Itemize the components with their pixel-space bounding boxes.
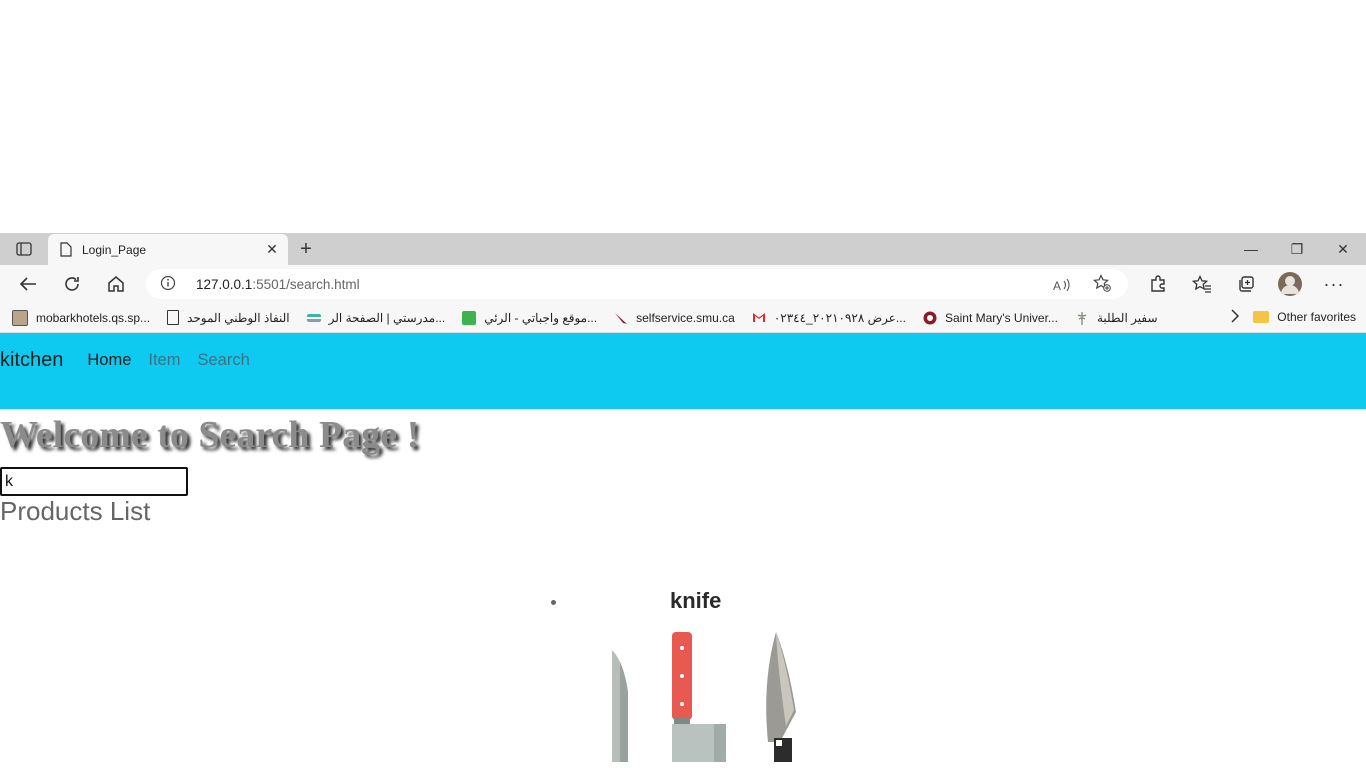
puzzle-icon <box>1151 275 1165 292</box>
home-button[interactable] <box>94 265 138 303</box>
tab-strip: Login_Page ✕ + — ❐ ✕ <box>0 233 1366 265</box>
gmail-icon <box>752 313 765 322</box>
products-heading: Products List <box>0 496 151 526</box>
restore-button[interactable]: ❐ <box>1274 233 1320 265</box>
bookmark-label: selfservice.smu.ca <box>636 310 735 325</box>
bookmark-label: mobarkhotels.qs.sp... <box>36 310 151 325</box>
bookmark-label: Saint Mary's Univer... <box>944 310 1058 325</box>
url-path: :5501/search.html <box>252 276 360 292</box>
back-button[interactable] <box>6 265 50 303</box>
collections-icon <box>1239 276 1254 292</box>
feather-icon <box>615 312 628 324</box>
hotel-icon <box>12 309 28 326</box>
bookmark-item[interactable]: selfservice.smu.ca <box>604 311 742 325</box>
refresh-button[interactable] <box>50 265 94 303</box>
read-aloud-icon[interactable]: A <box>1044 278 1080 295</box>
bookmark-item[interactable]: عرض ٢٠٢١٠٩٢٨_٠٢٣٤٤... <box>742 311 913 325</box>
other-favorites-label: Other favorites <box>1277 310 1356 324</box>
back-arrow-icon <box>19 277 36 291</box>
url-text: 127.0.0.1:5501/search.html <box>196 277 1044 292</box>
caduceus-icon <box>1077 311 1087 325</box>
page-title: Welcome to Search Page ! <box>0 414 420 456</box>
search-input[interactable] <box>0 467 188 496</box>
browser-toolbar: 127.0.0.1:5501/search.html A ··· <box>0 265 1366 303</box>
address-bar[interactable]: 127.0.0.1:5501/search.html A <box>146 269 1128 299</box>
bookmark-label: سفير الطلبة <box>1096 310 1158 325</box>
bookmark-item[interactable]: mobarkhotels.qs.sp... <box>0 309 157 326</box>
nav-link-home[interactable]: Home <box>87 350 131 371</box>
other-favorites[interactable]: Other favorites <box>1253 310 1356 324</box>
bookmark-label: عرض ٢٠٢١٠٩٢٨_٠٢٣٤٤... <box>773 310 906 325</box>
avatar <box>1278 272 1302 296</box>
bookmark-item[interactable]: Saint Mary's Univer... <box>913 311 1065 325</box>
url-host: 127.0.0.1 <box>196 276 253 292</box>
window-close-button[interactable]: ✕ <box>1320 233 1366 265</box>
home-icon <box>108 276 124 292</box>
site-info-icon[interactable] <box>160 275 186 294</box>
tab-actions-button[interactable] <box>0 233 48 265</box>
chevron-right-icon[interactable] <box>1230 309 1240 326</box>
page-icon <box>60 242 72 257</box>
briefcase-icon <box>462 310 477 325</box>
tab-actions-icon <box>16 242 32 256</box>
new-tab-button[interactable]: + <box>288 233 324 265</box>
bookmark-item[interactable]: موقع واجباتي - الرئي... <box>452 310 604 325</box>
refresh-icon <box>65 277 79 291</box>
bookmark-item[interactable]: سفير الطلبة <box>1065 311 1165 325</box>
tab-close-icon[interactable]: ✕ <box>264 241 280 258</box>
product-name: knife <box>670 588 722 613</box>
bookmark-label: النفاذ الوطني الموحد <box>187 310 290 325</box>
favorites-list-icon <box>1192 275 1211 293</box>
tab-active[interactable]: Login_Page ✕ <box>48 234 288 265</box>
settings-menu-button[interactable]: ··· <box>1312 265 1356 303</box>
bookmark-item[interactable]: النفاذ الوطني الموحد <box>157 310 297 325</box>
page-icon <box>167 310 180 325</box>
blank-area <box>0 0 1366 233</box>
bookmark-item[interactable]: مدرستي | الصفحة الر... <box>297 311 453 325</box>
minimize-button[interactable]: — <box>1228 233 1274 265</box>
more-dots-icon: ··· <box>1323 273 1345 294</box>
bookmark-label: موقع واجباتي - الرئي... <box>484 310 598 325</box>
nav-link-search[interactable]: Search <box>197 350 249 371</box>
folder-icon <box>1253 311 1270 323</box>
extensions-button[interactable] <box>1136 265 1180 303</box>
bookmark-label: مدرستي | الصفحة الر... <box>328 310 446 325</box>
favorites-button[interactable] <box>1180 265 1224 303</box>
school-icon <box>306 313 321 322</box>
window-controls: — ❐ ✕ <box>1228 233 1366 265</box>
crest-icon <box>923 311 937 324</box>
add-favorite-icon[interactable] <box>1084 273 1120 295</box>
site-brand[interactable]: kitchen <box>0 350 63 371</box>
bookmarks-bar: mobarkhotels.qs.sp... النفاذ الوطني المو… <box>0 303 1366 333</box>
profile-button[interactable] <box>1268 265 1312 303</box>
knives-image <box>612 632 796 762</box>
address-icons: A <box>1044 273 1120 295</box>
collections-button[interactable] <box>1224 265 1268 303</box>
list-bullet <box>551 600 556 605</box>
svg-text:A: A <box>1053 279 1061 292</box>
site-navbar: kitchen Home Item Search <box>0 333 1366 409</box>
tab-title: Login_Page <box>82 242 147 257</box>
nav-link-item[interactable]: Item <box>148 350 180 371</box>
